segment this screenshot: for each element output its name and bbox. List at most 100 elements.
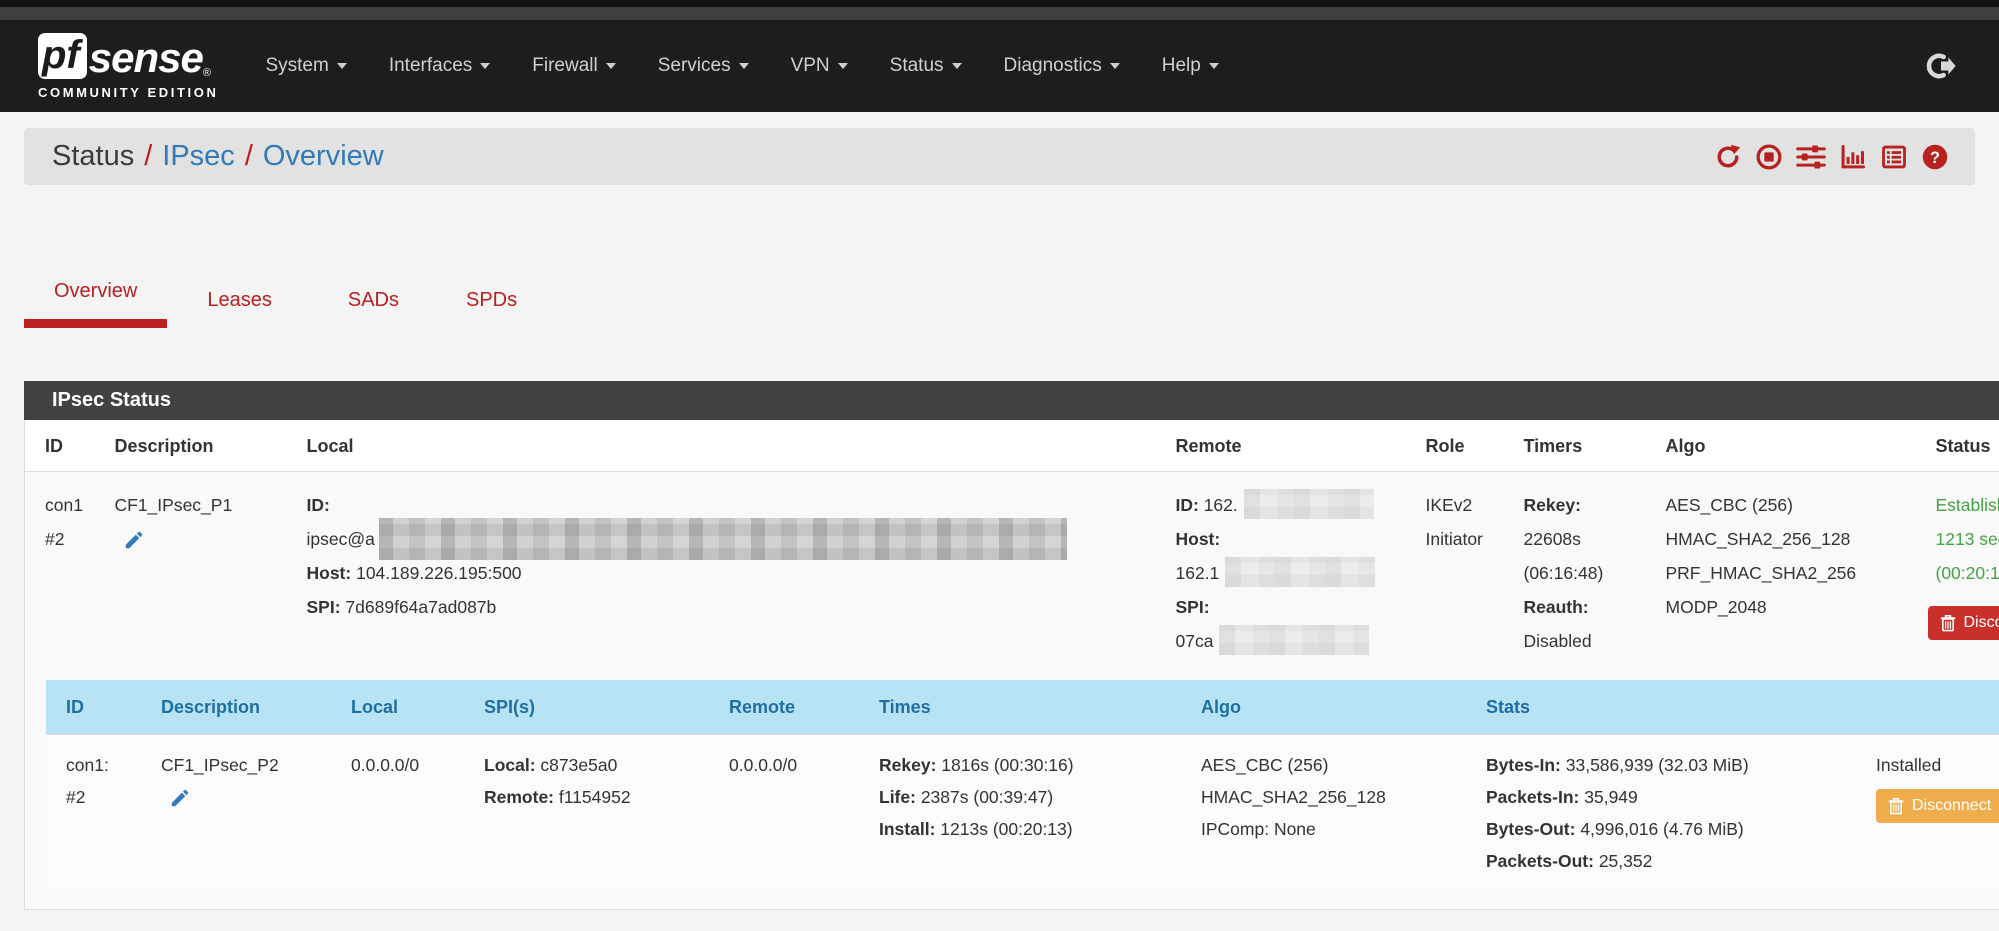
ike-status-cell: Established 1213 seconds (00:20:13) Disc… [1926,472,1999,673]
redacted-local-id [379,518,1067,560]
redacted-remote-spi [1219,625,1369,655]
col-local: Local [297,420,1166,472]
panel-title: IPsec Status [24,381,1999,420]
col-id: ID [25,420,105,472]
breadcrumb-bar: Status/IPsec/Overview [24,128,1975,185]
breadcrumb-separator: / [134,140,162,172]
header-sub-strip [0,7,1999,20]
nav-item-help[interactable]: Help [1141,55,1240,77]
child-local-cell: 0.0.0.0/0 [341,735,474,892]
ike-algo-cell: AES_CBC (256) HMAC_SHA2_256_128 PRF_HMAC… [1656,472,1926,673]
redacted-remote-id [1244,489,1374,519]
sign-out-icon[interactable] [1925,50,1957,82]
logo-pf: pf [38,33,87,79]
log-list-icon[interactable] [1880,143,1908,171]
child-sa-container-row: ID Description Local SPI(s) Remote Times… [25,672,1999,910]
breadcrumb-link-overview[interactable]: Overview [263,140,384,172]
chevron-down-icon [838,63,848,69]
child-times-cell: Rekey: 1816s (00:30:16) Life: 2387s (00:… [869,735,1191,892]
child-spis-cell: Local: c873e5a0 Remote: f1154952 [474,735,719,892]
breadcrumb: Status/IPsec/Overview [52,140,384,173]
col-description: Description [151,680,341,735]
col-role: Role [1416,420,1514,472]
settings-sliders-icon[interactable] [1796,143,1826,171]
nav-item-status[interactable]: Status [869,55,983,77]
breadcrumb-link-ipsec[interactable]: IPsec [162,140,235,172]
chevron-down-icon [337,63,347,69]
refresh-icon[interactable] [1714,143,1742,171]
nav-item-system[interactable]: System [244,55,367,77]
tab-spds[interactable]: SPDs [466,289,517,328]
ike-description-cell: CF1_IPsec_P1 [105,472,297,673]
col-spis: SPI(s) [474,680,719,735]
logo-sense: sense [89,37,203,79]
chevron-down-icon [480,63,490,69]
nav-item-interfaces[interactable]: Interfaces [368,55,511,77]
nav-item-services[interactable]: Services [637,55,770,77]
child-sa-container: ID Description Local SPI(s) Remote Times… [25,672,1999,910]
nav-item-diagnostics[interactable]: Diagnostics [983,55,1141,77]
svg-text:?: ? [1930,148,1940,166]
breadcrumb-section: Status [52,140,134,172]
col-status: Status [1926,420,1999,472]
child-remote-cell: 0.0.0.0/0 [719,735,869,892]
chevron-down-icon [606,63,616,69]
ike-id-cell: con1 #2 [25,472,105,673]
nav-item-firewall[interactable]: Firewall [511,55,636,77]
chevron-down-icon [1110,63,1120,69]
chevron-down-icon [952,63,962,69]
ike-sa-row: con1 #2 CF1_IPsec_P1 ID: ipsec@a Host: 1… [25,472,1999,673]
col-algo: Algo [1191,680,1476,735]
chevron-down-icon [1209,63,1219,69]
ipsec-status-panel: IPsec Status ID Description Local Remote… [24,381,1999,910]
child-state: Installed [1876,749,1999,781]
ike-sa-table: ID Description Local Remote Role Timers … [24,420,1999,910]
bar-chart-icon[interactable] [1839,143,1867,171]
nav-menu: System Interfaces Firewall Services VPN … [244,55,1239,77]
col-state [1876,680,1999,735]
trash-icon [1888,797,1904,815]
top-header: pf sense ® COMMUNITY EDITION System Inte… [0,0,1999,112]
redacted-remote-host [1225,557,1375,587]
pfsense-logo[interactable]: pf sense ® COMMUNITY EDITION [38,33,218,100]
child-state-cell: Installed Disconnect [1876,735,1999,892]
breadcrumb-separator: / [235,140,263,172]
col-remote: Remote [1166,420,1416,472]
col-timers: Timers [1514,420,1656,472]
child-table-header-row: ID Description Local SPI(s) Remote Times… [46,680,1999,735]
ike-table-header-row: ID Description Local Remote Role Timers … [25,420,1999,472]
tab-leases[interactable]: Leases [207,289,272,328]
chevron-down-icon [739,63,749,69]
child-sa-row: con1: #2 CF1_IPsec_P2 0 [46,735,1999,892]
disconnect-child-button[interactable]: Disconnect [1876,789,1999,823]
col-id: ID [46,680,151,735]
logo-edition: COMMUNITY EDITION [38,85,218,100]
status-established: Established [1936,488,1999,522]
edit-pencil-icon[interactable] [123,528,145,562]
help-icon[interactable]: ? [1921,143,1949,171]
ike-timers-cell: Rekey: 22608s (06:16:48) Reauth: Disable… [1514,472,1656,673]
tab-sads[interactable]: SADs [348,289,399,328]
trash-icon [1940,614,1956,632]
col-description: Description [105,420,297,472]
disconnect-button[interactable]: Disconnect [1928,606,1999,640]
tab-overview[interactable]: Overview [24,280,167,328]
col-algo: Algo [1656,420,1926,472]
col-times: Times [869,680,1191,735]
navbar: pf sense ® COMMUNITY EDITION System Inte… [0,20,1999,112]
child-id-cell: con1: #2 [46,735,151,892]
header-top-strip [0,0,1999,7]
child-sa-table: ID Description Local SPI(s) Remote Times… [46,680,1999,891]
col-local: Local [341,680,474,735]
col-remote: Remote [719,680,869,735]
child-stats-cell: Bytes-In: 33,586,939 (32.03 MiB) Packets… [1476,735,1876,892]
nav-item-vpn[interactable]: VPN [770,55,869,77]
col-stats: Stats [1476,680,1876,735]
child-description-cell: CF1_IPsec_P2 [151,735,341,892]
page-actions: ? [1714,143,1949,171]
logo-registered-mark: ® [203,67,211,79]
edit-pencil-icon[interactable] [169,787,191,819]
ike-role-cell: IKEv2 Initiator [1416,472,1514,673]
stop-icon[interactable] [1755,143,1783,171]
ike-remote-cell: ID: 162. Host: 162.1 SPI: 07ca [1166,472,1416,673]
